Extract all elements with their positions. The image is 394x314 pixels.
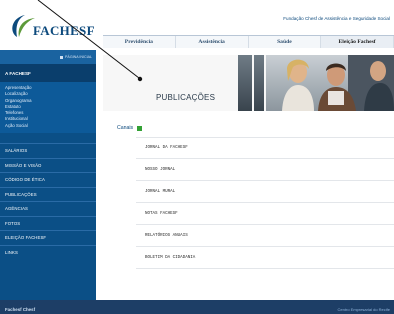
sidebar-item-eleicao-fachesf[interactable]: ELEIÇÃO FACHESF [0, 230, 96, 245]
fachesf-logo[interactable]: FACHESF [7, 12, 107, 42]
sidebar-top-bar: PÁGINA INICIAL [0, 50, 96, 64]
sidebar-item-fotos[interactable]: FOTOS [0, 215, 96, 231]
publications-list: JORNAL DA FACHESF NOSSO JORNAL JORNAL MU… [136, 137, 394, 269]
tab-assistencia[interactable]: Assistência [176, 36, 249, 48]
org-name: Fundação Chesf de Assistência e Segurida… [283, 16, 390, 21]
sidebar-item-publicacoes[interactable]: PUBLICAÇÕES [0, 186, 96, 202]
sidebar-subitems: Apresentação Localização Organograma Est… [0, 82, 96, 134]
footer-logo-fachesf: Fachesf [5, 307, 22, 312]
sidebar-item-agencias[interactable]: AGÊNCIAS [0, 201, 96, 216]
sidebar-item-codigo-etica[interactable]: CÓDIGO DE ÉTICA [0, 172, 96, 187]
tab-previdencia[interactable]: Previdência [103, 36, 176, 48]
publication-link[interactable]: NOSSO JORNAL [136, 159, 394, 181]
tab-saude[interactable]: Saúde [249, 36, 322, 48]
canais-label: Canais [117, 125, 134, 131]
sidebar-item-salarios[interactable]: SALÁRIOS [0, 143, 96, 158]
publication-link[interactable]: NOTAS FACHESF [136, 203, 394, 225]
header: FACHESF Fundação Chesf de Assistência e … [0, 0, 394, 50]
banner-photos [238, 55, 394, 111]
sidebar-item-missao-visao[interactable]: MISSÃO E VISÃO [0, 157, 96, 173]
sidebar-sections: SALÁRIOS MISSÃO E VISÃO CÓDIGO DE ÉTICA … [0, 143, 96, 259]
publication-link[interactable]: RELATÓRIOS ANUAIS [136, 225, 394, 247]
publication-link[interactable]: JORNAL MURAL [136, 181, 394, 203]
canais-heading: Canais [117, 125, 143, 131]
home-link[interactable]: PÁGINA INICIAL [60, 55, 92, 59]
green-square-icon [137, 125, 143, 131]
footer-address-link[interactable]: Centro Empresarial do Recife [338, 307, 390, 312]
publication-link[interactable]: JORNAL DA FACHESF [136, 137, 394, 159]
logo-text: FACHESF [33, 23, 95, 38]
publication-link[interactable]: BOLETIM DA CIDADANIA [136, 247, 394, 269]
sidebar: PÁGINA INICIAL A FACHESF Apresentação Lo… [0, 50, 96, 300]
tab-eleicao-fachesf[interactable]: Eleição Fachesf [321, 36, 394, 48]
banner-photo-image [238, 55, 394, 111]
footer-logo-chesf: Chesf [22, 307, 36, 312]
sidebar-header[interactable]: A FACHESF [0, 64, 96, 82]
sidebar-item-acao-social[interactable]: Ação Social [5, 123, 91, 129]
top-navigation: Previdência Assistência Saúde Eleição Fa… [103, 35, 394, 48]
page-banner: PUBLICAÇÕES [103, 55, 394, 111]
page-title: PUBLICAÇÕES [156, 93, 216, 102]
sidebar-item-links[interactable]: LINKS [0, 244, 96, 260]
footer: Fachesf Chesf Centro Empresarial do Reci… [0, 300, 394, 314]
footer-logo[interactable]: Fachesf Chesf [5, 307, 35, 312]
